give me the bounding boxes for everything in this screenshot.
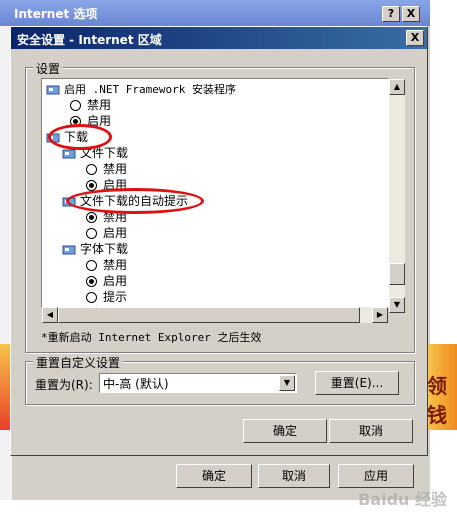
radio-unchecked-icon[interactable] [70,100,81,111]
tree-row-label: 禁用 [103,162,128,176]
tree-row-label: 启用 [103,274,128,288]
bg-apply-button[interactable]: 应用 [338,464,414,488]
highlight-oval-auto-prompt [66,188,204,214]
cancel-button[interactable]: 取消 [329,419,413,443]
reset-group-label: 重置自定义设置 [33,354,124,371]
scroll-thumb[interactable] [389,263,405,285]
radio-option[interactable]: 启用 [86,273,127,289]
internet-options-title: Internet 选项 [14,7,98,21]
help-icon[interactable]: ? [382,6,400,22]
bg-cancel-button[interactable]: 取消 [258,464,330,488]
chevron-down-icon[interactable]: ▼ [279,375,295,391]
bg-ok-button[interactable]: 确定 [176,464,252,488]
dialog-title: 安全设置 - Internet 区域 [17,33,162,47]
radio-option[interactable]: 禁用 [86,161,127,177]
reset-button-label: 重置(E)... [330,376,384,390]
dialog-close-icon[interactable]: X [406,30,424,46]
hscroll-thumb[interactable] [58,307,360,323]
tree-row-label: 提示 [103,290,128,304]
settings-group-label: 设置 [33,60,64,77]
radio-checked-icon[interactable] [86,212,97,223]
tree-horizontal-scrollbar[interactable]: ◀ ▶ [42,307,388,323]
tree-row-label: 禁用 [87,98,112,112]
radio-option[interactable]: 禁用 [86,257,127,273]
radio-option[interactable]: 启用 [86,225,127,241]
highlight-oval-download [48,124,112,150]
radio-unchecked-icon[interactable] [86,164,97,175]
restart-note: *重新启动 Internet Explorer 之后生效 [41,331,262,344]
tree-vertical-scrollbar[interactable]: ▲ ▼ [389,79,405,313]
reset-level-select[interactable]: 中-高 (默认) ▼ [99,373,297,393]
tree-row-label: 启用 .NET Framework 安装程序 [64,83,236,96]
bg-apply-label: 应用 [363,469,388,483]
ok-button-label: 确定 [272,424,297,438]
radio-option[interactable]: 提示 [86,289,127,305]
bg-cancel-label: 取消 [281,469,306,483]
security-settings-dialog: 安全设置 - Internet 区域 X 设置 启用 .NET Framewor… [10,26,428,456]
close-icon[interactable]: X [402,6,420,22]
radio-unchecked-icon[interactable] [86,292,97,303]
scroll-down-icon[interactable]: ▼ [389,297,405,313]
settings-item-icon [46,84,60,96]
radio-unchecked-icon[interactable] [86,228,97,239]
watermark: Baidu 经验 [358,490,447,509]
dialog-titlebar: 安全设置 - Internet 区域 X [11,27,427,49]
settings-item-icon [62,244,76,256]
internet-options-titlebar: Internet 选项 ? X [0,0,430,26]
ad-banner-right: 领钱 [425,344,457,430]
tree-setting[interactable]: 字体下载 [62,241,128,257]
tree-setting[interactable]: 启用 .NET Framework 安装程序 [46,81,236,97]
tree-row-label: 启用 [103,226,128,240]
scroll-right-icon[interactable]: ▶ [372,307,388,323]
tree-row-label: 字体下载 [80,242,129,256]
radio-unchecked-icon[interactable] [86,260,97,271]
radio-checked-icon[interactable] [86,276,97,287]
radio-option[interactable]: 禁用 [70,97,111,113]
ad-banner-left [0,344,10,430]
scroll-up-icon[interactable]: ▲ [389,79,405,95]
reset-button[interactable]: 重置(E)... [315,371,399,395]
banner-text: 领钱 [427,374,447,427]
bg-ok-label: 确定 [201,469,226,483]
tree-row-label: 禁用 [103,258,128,272]
reset-to-label: 重置为(R): [35,378,93,392]
cancel-button-label: 取消 [358,424,383,438]
scroll-left-icon[interactable]: ◀ [42,307,58,323]
reset-level-value: 中-高 (默认) [103,377,169,391]
ok-button[interactable]: 确定 [243,419,327,443]
